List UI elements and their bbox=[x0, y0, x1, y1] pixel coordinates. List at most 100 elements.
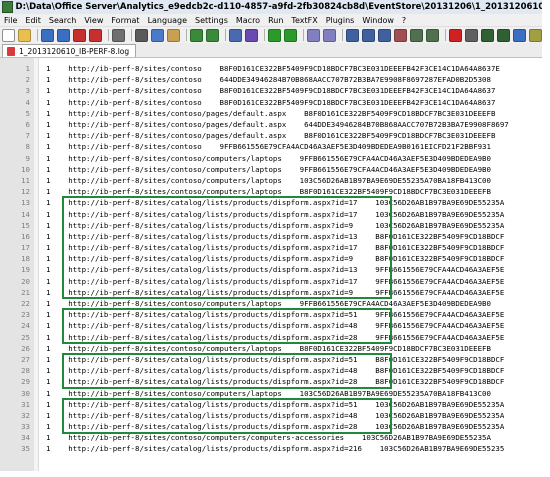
save-all-icon[interactable] bbox=[57, 28, 70, 42]
line-number: 2 bbox=[25, 75, 30, 85]
line-text: 1 http://ib-perf-8/sites/contoso B8F0D16… bbox=[46, 64, 500, 74]
line-text: 1 http://ib-perf-8/sites/contoso/compute… bbox=[46, 343, 491, 353]
toolbar-separator bbox=[225, 29, 226, 41]
line-number: 27 bbox=[21, 354, 30, 364]
highlight-group-4 bbox=[62, 398, 392, 434]
menu-item-edit[interactable]: Edit bbox=[21, 16, 45, 25]
zoom-out-icon[interactable] bbox=[284, 28, 297, 42]
find-icon[interactable] bbox=[229, 28, 242, 42]
line-text: 1 http://ib-perf-8/sites/contoso/compute… bbox=[46, 153, 491, 163]
line-text: 1 http://ib-perf-8/sites/contoso/compute… bbox=[46, 433, 491, 443]
line-number: 17 bbox=[21, 243, 30, 253]
close-all-icon[interactable] bbox=[89, 28, 102, 42]
toolbar-separator bbox=[108, 29, 109, 41]
toolbar-separator bbox=[186, 29, 187, 41]
line-number: 13 bbox=[21, 198, 30, 208]
highlight-group-2 bbox=[62, 308, 392, 344]
editor-line[interactable]: 8 1 http://ib-perf-8/sites/contoso 9FFB66… bbox=[0, 141, 509, 152]
line-text: 1 http://ib-perf-8/sites/contoso/compute… bbox=[46, 388, 491, 398]
menu-item-plugins[interactable]: Plugins bbox=[322, 16, 359, 25]
line-number: 33 bbox=[21, 422, 30, 432]
editor-line[interactable]: 26 1 http://ib-perf-8/sites/contoso/compu… bbox=[0, 343, 509, 354]
editor-line[interactable]: 34 1 http://ib-perf-8/sites/contoso/compu… bbox=[0, 432, 509, 443]
line-number: 30 bbox=[21, 388, 30, 398]
line-text: 1 http://ib-perf-8/sites/catalog/lists/p… bbox=[46, 444, 505, 454]
notepad-window: D:\Data\Office Server\Analytics_e9edcb2c… bbox=[0, 0, 545, 471]
indent-guide-icon[interactable] bbox=[378, 28, 391, 42]
save-macro-icon[interactable] bbox=[513, 28, 526, 42]
play-macro-icon[interactable] bbox=[481, 28, 494, 42]
menu-item-macro[interactable]: Macro bbox=[232, 16, 264, 25]
menu-item-settings[interactable]: Settings bbox=[191, 16, 232, 25]
editor-line[interactable]: 3 1 http://ib-perf-8/sites/contoso B8F0D1… bbox=[0, 85, 509, 96]
replace-icon[interactable] bbox=[245, 28, 258, 42]
play-multi-icon[interactable] bbox=[497, 28, 510, 42]
editor-line[interactable]: 1 1 http://ib-perf-8/sites/contoso B8F0D1… bbox=[0, 63, 509, 74]
toolbar-separator bbox=[303, 29, 304, 41]
redo-icon[interactable] bbox=[206, 28, 219, 42]
editor-line[interactable]: 30 1 http://ib-perf-8/sites/contoso/compu… bbox=[0, 387, 509, 398]
menu-item-view[interactable]: View bbox=[80, 16, 107, 25]
menu-item-format[interactable]: Format bbox=[107, 16, 143, 25]
editor-line[interactable]: 9 1 http://ib-perf-8/sites/contoso/comput… bbox=[0, 153, 509, 164]
open-file-icon[interactable] bbox=[18, 28, 31, 42]
sync-h-icon[interactable] bbox=[323, 28, 336, 42]
text-editor[interactable]: 1 1 http://ib-perf-8/sites/contoso B8F0D1… bbox=[0, 58, 544, 471]
title-bar: D:\Data\Office Server\Analytics_e9edcb2c… bbox=[0, 0, 544, 14]
menu-item-run[interactable]: Run bbox=[264, 16, 287, 25]
func-list-icon[interactable] bbox=[426, 28, 439, 42]
line-text: 1 http://ib-perf-8/sites/contoso/compute… bbox=[46, 299, 491, 309]
line-text: 1 http://ib-perf-8/sites/contoso/pages/d… bbox=[46, 108, 496, 118]
line-number: 21 bbox=[21, 287, 30, 297]
menu-item-file[interactable]: File bbox=[0, 16, 21, 25]
copy-icon[interactable] bbox=[151, 28, 164, 42]
menu-item-window[interactable]: Window bbox=[358, 16, 398, 25]
line-number: 11 bbox=[21, 175, 30, 185]
line-text: 1 http://ib-perf-8/sites/contoso/pages/d… bbox=[46, 120, 509, 130]
word-wrap-icon[interactable] bbox=[346, 28, 359, 42]
zoom-in-icon[interactable] bbox=[268, 28, 281, 42]
new-file-icon[interactable] bbox=[2, 28, 15, 42]
line-number: 4 bbox=[25, 97, 30, 107]
record-macro-icon[interactable] bbox=[449, 28, 462, 42]
line-number: 6 bbox=[25, 120, 30, 130]
editor-line[interactable]: 10 1 http://ib-perf-8/sites/contoso/compu… bbox=[0, 164, 509, 175]
editor-line[interactable]: 7 1 http://ib-perf-8/sites/contoso/pages/… bbox=[0, 130, 509, 141]
editor-line[interactable]: 4 1 http://ib-perf-8/sites/contoso B8F0D1… bbox=[0, 97, 509, 108]
undo-icon[interactable] bbox=[190, 28, 203, 42]
editor-line[interactable]: 35 1 http://ib-perf-8/sites/catalog/lists… bbox=[0, 443, 509, 454]
menu-item-search[interactable]: Search bbox=[45, 16, 80, 25]
toolbar-separator bbox=[445, 29, 446, 41]
menu-item-language[interactable]: Language bbox=[144, 16, 191, 25]
tab-log-file[interactable]: 1_2013120610_IB-PERF-8.log bbox=[2, 44, 137, 57]
toolbar bbox=[0, 26, 544, 44]
menu-item-help[interactable]: ? bbox=[398, 16, 410, 25]
print-icon[interactable] bbox=[112, 28, 125, 42]
menu-bar: File Edit Search View Format Language Settings… bbox=[0, 14, 544, 26]
cut-icon[interactable] bbox=[135, 28, 148, 42]
line-text: 1 http://ib-perf-8/sites/contoso/compute… bbox=[46, 164, 491, 174]
editor-line[interactable]: 2 1 http://ib-perf-8/sites/contoso 644DDE… bbox=[0, 74, 509, 85]
editor-line[interactable]: 6 1 http://ib-perf-8/sites/contoso/pages/… bbox=[0, 119, 509, 130]
line-text: 1 http://ib-perf-8/sites/contoso B8F0D16… bbox=[46, 86, 496, 96]
document-icon bbox=[7, 46, 15, 56]
spell-icon[interactable] bbox=[529, 28, 542, 42]
line-number: 1 bbox=[25, 64, 30, 74]
stop-macro-icon[interactable] bbox=[465, 28, 478, 42]
torn-edge-bottom bbox=[0, 471, 550, 477]
app-icon bbox=[2, 1, 13, 13]
show-all-chars-icon[interactable] bbox=[362, 28, 375, 42]
toolbar-separator bbox=[342, 29, 343, 41]
close-icon[interactable] bbox=[73, 28, 86, 42]
user-lang-icon[interactable] bbox=[394, 28, 407, 42]
doc-map-icon[interactable] bbox=[410, 28, 423, 42]
line-number: 9 bbox=[25, 153, 30, 163]
editor-line[interactable]: 11 1 http://ib-perf-8/sites/contoso/compu… bbox=[0, 175, 509, 186]
menu-item-textfx[interactable]: TextFX bbox=[287, 16, 321, 25]
sync-v-icon[interactable] bbox=[307, 28, 320, 42]
paste-icon[interactable] bbox=[167, 28, 180, 42]
editor-line[interactable]: 5 1 http://ib-perf-8/sites/contoso/pages/… bbox=[0, 108, 509, 119]
save-icon[interactable] bbox=[41, 28, 54, 42]
highlight-group-1 bbox=[62, 196, 392, 300]
line-number: 12 bbox=[21, 187, 30, 197]
